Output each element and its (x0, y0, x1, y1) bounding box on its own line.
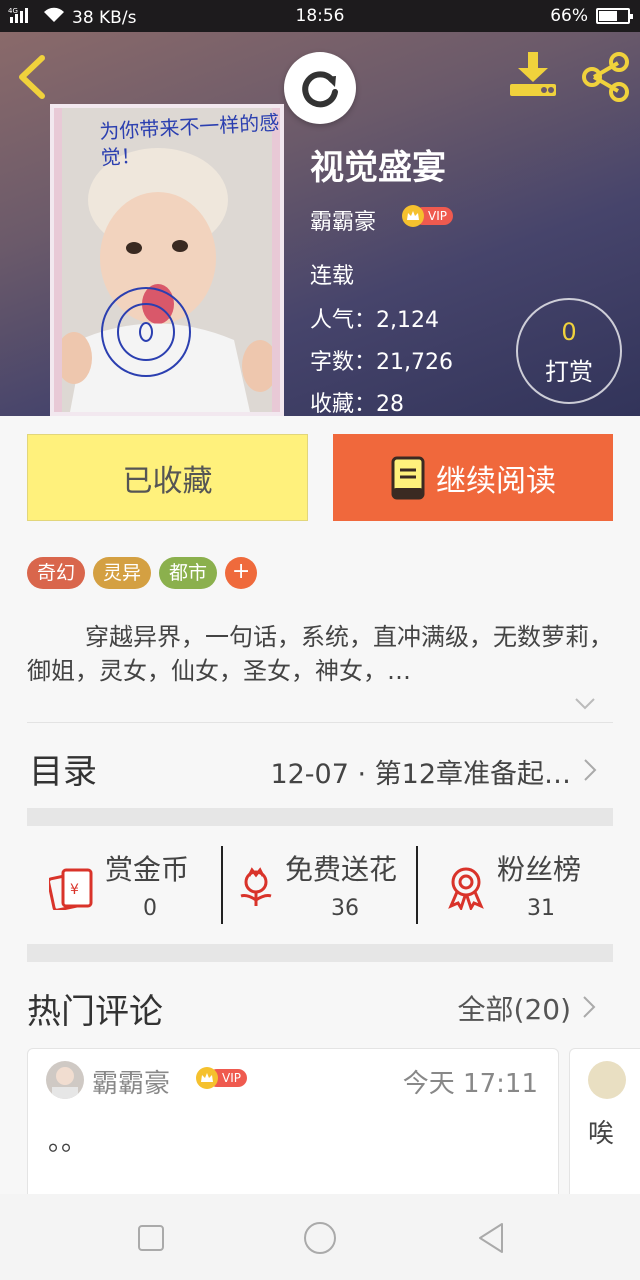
crown-icon (402, 205, 424, 227)
comment-card[interactable]: 唉 (569, 1048, 640, 1208)
stat-divider (416, 846, 418, 924)
reward-label: 打赏 (545, 358, 593, 386)
back-nav-button[interactable] (472, 1220, 512, 1256)
stat-fans[interactable]: 粉丝榜 31 (419, 836, 613, 936)
medal-icon (448, 867, 484, 910)
stat-flowers-value: 36 (331, 896, 359, 921)
cover-caption: 为你带来不一样的感觉！ (98, 110, 280, 170)
latest-chapter: 12-07 · 第12章准备起… (270, 759, 571, 790)
back-button[interactable] (14, 54, 54, 100)
book-description[interactable]: 穿越异界，一句话，系统，直冲满级，无数萝莉，御姐，灵女，仙女，圣女，神女，… (27, 620, 617, 688)
stat-coins-value: 0 (143, 896, 157, 921)
popularity: 人气：2,124 (310, 308, 439, 333)
crown-icon (196, 1067, 218, 1089)
chevron-right-icon (584, 759, 597, 781)
section-divider (27, 944, 613, 962)
battery-icon (596, 8, 633, 24)
word-count: 字数：21,726 (310, 350, 453, 375)
continue-reading-label: 继续阅读 (436, 463, 556, 499)
expand-chevron-icon[interactable] (572, 690, 598, 716)
flower-icon (240, 867, 272, 906)
refresh-icon (302, 71, 338, 108)
status-right: 66% (550, 6, 633, 26)
favorited-button[interactable]: 已收藏 (27, 434, 308, 521)
table-of-contents-row[interactable]: 目录 12-07 · 第12章准备起… (27, 736, 613, 800)
tag-1[interactable]: 灵异 (93, 557, 152, 589)
reward-button[interactable]: 0 打赏 (516, 298, 622, 404)
hot-comments-header: 热门评论 全部(20) (27, 978, 613, 1038)
avatar[interactable] (588, 1061, 626, 1099)
stats-row: ¥ 赏金币 0 免费送花 36 粉丝榜 31 (27, 836, 613, 936)
continue-reading-button[interactable]: 继续阅读 (333, 434, 613, 521)
comment-text: 。。 (48, 1127, 88, 1157)
tag-2[interactable]: 都市 (159, 557, 218, 589)
book-header: 为你带来不一样的感觉！ 视觉盛宴 霸霸豪 VIP 连载 人气：2,124 字数：… (0, 32, 640, 416)
red-envelope-icon: ¥ (49, 868, 93, 910)
all-comments-link[interactable]: 全部(20) (458, 988, 571, 1028)
avatar[interactable] (46, 1061, 84, 1099)
book-icon (391, 456, 425, 499)
author-name[interactable]: 霸霸豪 (310, 204, 376, 236)
toc-label: 目录 (29, 752, 97, 792)
download-button[interactable] (506, 50, 560, 100)
recent-apps-button[interactable] (131, 1220, 171, 1256)
tag-list: 奇幻 灵异 都市 + (27, 557, 258, 589)
status-bar: 4G 38 KB/s 18:56 66% (0, 0, 640, 32)
vip-badge: VIP (196, 1067, 247, 1089)
book-title: 视觉盛宴 (310, 148, 446, 188)
system-navigation-bar (0, 1194, 640, 1280)
stat-flowers[interactable]: 免费送花 36 (223, 836, 417, 936)
divider (27, 722, 613, 723)
clock: 18:56 (295, 6, 345, 26)
stat-coins[interactable]: ¥ 赏金币 0 (27, 836, 223, 936)
home-button[interactable] (300, 1220, 340, 1256)
favorites-count: 收藏：28 (310, 392, 404, 416)
vip-badge: VIP (402, 205, 453, 227)
book-cover[interactable]: 为你带来不一样的感觉！ (50, 104, 284, 416)
battery-fill (599, 11, 617, 21)
comment-username[interactable]: 霸霸豪 (92, 1063, 170, 1100)
comment-text: 唉 (588, 1119, 615, 1149)
refresh-button[interactable] (284, 52, 356, 124)
download-icon (510, 52, 556, 96)
add-tag-button[interactable]: + (225, 557, 258, 589)
battery-percent: 66% (550, 6, 588, 26)
share-button[interactable] (580, 52, 630, 102)
reward-count: 0 (561, 318, 577, 346)
stat-coins-name: 赏金币 (105, 853, 190, 886)
tag-0[interactable]: 奇幻 (27, 557, 86, 589)
section-divider (27, 808, 613, 826)
stat-flowers-name: 免费送花 (285, 853, 398, 886)
stat-fans-name: 粉丝榜 (497, 853, 582, 886)
chevron-right-icon[interactable] (581, 994, 597, 1020)
share-icon (582, 52, 629, 102)
back-arrow-icon (19, 55, 45, 99)
comment-card[interactable]: 霸霸豪 VIP 今天 17:11 。。 (27, 1048, 559, 1208)
stat-fans-value: 31 (527, 896, 555, 921)
svg-text:¥: ¥ (70, 882, 79, 898)
hot-comments-title: 热门评论 (27, 992, 163, 1032)
serial-status: 连载 (310, 264, 355, 289)
comment-time: 今天 17:11 (402, 1069, 538, 1099)
